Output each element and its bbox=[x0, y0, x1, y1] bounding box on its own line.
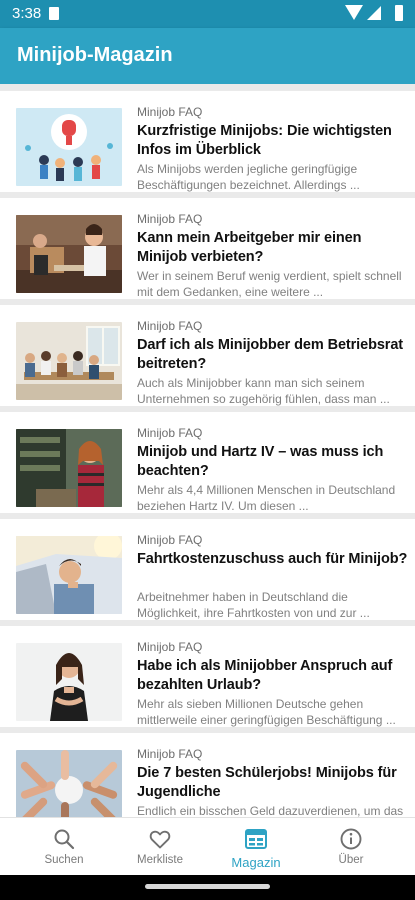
article-title: Kurzfristige Minijobs: Die wichtigsten I… bbox=[137, 123, 392, 158]
wifi-icon bbox=[345, 5, 363, 20]
article-card[interactable]: Minijob FAQ Minijob und Hartz IV – was m… bbox=[0, 412, 415, 513]
heart-icon bbox=[149, 830, 171, 849]
status-bar: 3:38 bbox=[0, 0, 415, 28]
nav-item-magazin[interactable]: Magazin bbox=[208, 818, 304, 876]
signal-icon bbox=[367, 6, 381, 20]
article-card[interactable]: Minijob FAQ Darf ich als Minijobber dem … bbox=[0, 305, 415, 406]
bottom-navigation: Suchen Merkliste Magazin Über bbox=[0, 817, 415, 875]
article-card[interactable]: Minijob FAQ Habe ich als Minijobber Ansp… bbox=[0, 626, 415, 727]
article-category: Minijob FAQ bbox=[137, 426, 203, 440]
nav-item-suchen[interactable]: Suchen bbox=[16, 818, 112, 876]
article-title: Die 7 besten Schülerjobs! Minijobs für J… bbox=[137, 765, 397, 800]
article-card[interactable]: Minijob FAQ Kurzfristige Minijobs: Die w… bbox=[0, 91, 415, 192]
system-navigation-bar bbox=[0, 875, 415, 900]
article-title: Habe ich als Minijobber Anspruch auf bez… bbox=[137, 658, 393, 693]
app-bar: Minijob-Magazin bbox=[0, 28, 415, 84]
nav-label: Magazin bbox=[231, 855, 281, 870]
nav-label: Suchen bbox=[44, 854, 84, 866]
battery-icon bbox=[395, 5, 403, 21]
article-excerpt: Arbeitnehmer haben in Deutschland die Mö… bbox=[137, 590, 370, 620]
article-category: Minijob FAQ bbox=[137, 533, 203, 547]
info-icon bbox=[340, 828, 362, 850]
article-title: Darf ich als Minijobber dem Betriebsrat … bbox=[137, 337, 404, 372]
article-card[interactable]: Minijob FAQ Kann mein Arbeitgeber mir ei… bbox=[0, 198, 415, 299]
nav-label: Merkliste bbox=[136, 854, 183, 866]
article-thumbnail bbox=[16, 643, 122, 721]
sd-card-icon bbox=[49, 7, 59, 20]
article-excerpt: Auch als Minijobber kann man sich seinem… bbox=[137, 376, 390, 406]
article-list[interactable]: Minijob FAQ Kurzfristige Minijobs: Die w… bbox=[0, 84, 415, 817]
article-thumbnail bbox=[16, 750, 122, 817]
article-card[interactable]: Minijob FAQ Fahrtkostenzuschuss auch für… bbox=[0, 519, 415, 620]
home-gesture-handle[interactable] bbox=[145, 884, 270, 889]
page-title: Minijob-Magazin bbox=[17, 44, 173, 66]
article-excerpt: Endlich ein bisschen Geld dazuverdienen,… bbox=[137, 804, 404, 817]
article-thumbnail bbox=[16, 429, 122, 507]
magazine-icon bbox=[245, 829, 267, 849]
article-thumbnail bbox=[16, 322, 122, 400]
article-excerpt: Mehr als 4,4 Millionen Menschen in Deuts… bbox=[137, 483, 396, 513]
article-title: Fahrtkostenzuschuss auch für Minijob? bbox=[137, 551, 408, 567]
article-category: Minijob FAQ bbox=[137, 640, 203, 654]
nav-label: Über bbox=[338, 854, 364, 866]
article-title: Kann mein Arbeitgeber mir einen Minijob … bbox=[137, 230, 362, 265]
article-thumbnail bbox=[16, 215, 122, 293]
article-thumbnail bbox=[16, 108, 122, 186]
article-title: Minijob und Hartz IV – was muss ich beac… bbox=[137, 444, 384, 479]
article-category: Minijob FAQ bbox=[137, 319, 203, 333]
article-category: Minijob FAQ bbox=[137, 212, 203, 226]
status-time: 3:38 bbox=[12, 5, 42, 22]
article-thumbnail bbox=[16, 536, 122, 614]
article-category: Minijob FAQ bbox=[137, 105, 203, 119]
article-card[interactable]: Minijob FAQ Die 7 besten Schülerjobs! Mi… bbox=[0, 733, 415, 817]
nav-item-merkliste[interactable]: Merkliste bbox=[112, 818, 208, 876]
article-excerpt: Als Minijobs werden jegliche geringfügig… bbox=[137, 162, 360, 192]
article-excerpt: Wer in seinem Beruf wenig verdient, spie… bbox=[137, 269, 402, 299]
article-category: Minijob FAQ bbox=[137, 747, 203, 761]
search-icon bbox=[54, 829, 75, 850]
nav-item-ueber[interactable]: Über bbox=[303, 818, 399, 876]
article-excerpt: Mehr als sieben Millionen Deutsche gehen… bbox=[137, 697, 396, 727]
